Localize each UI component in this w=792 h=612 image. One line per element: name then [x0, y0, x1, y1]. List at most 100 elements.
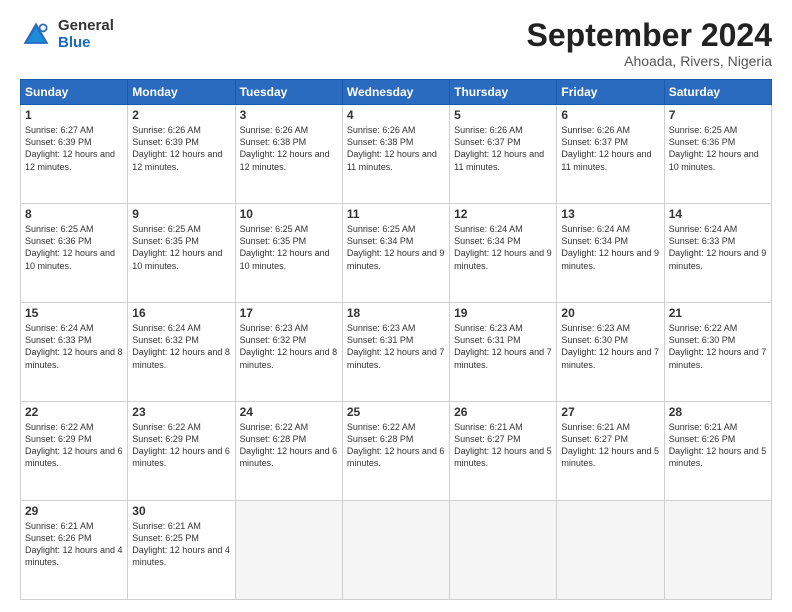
table-row: 30 Sunrise: 6:21 AM Sunset: 6:25 PM Dayli… [128, 501, 235, 600]
header: General Blue September 2024 Ahoada, Rive… [20, 18, 772, 69]
day-number: 10 [240, 207, 338, 221]
location: Ahoada, Rivers, Nigeria [527, 53, 772, 69]
day-info: Sunrise: 6:22 AM Sunset: 6:28 PM Dayligh… [347, 421, 445, 470]
month-title: September 2024 [527, 18, 772, 53]
day-number: 14 [669, 207, 767, 221]
table-row: 13Sunrise: 6:24 AM Sunset: 6:34 PM Dayli… [557, 204, 664, 303]
table-row [342, 501, 449, 600]
day-info: Sunrise: 6:26 AM Sunset: 6:37 PM Dayligh… [454, 124, 552, 173]
day-info: Sunrise: 6:24 AM Sunset: 6:34 PM Dayligh… [561, 223, 659, 272]
table-row: 24Sunrise: 6:22 AM Sunset: 6:28 PM Dayli… [235, 402, 342, 501]
day-number: 5 [454, 108, 552, 122]
table-row: 25Sunrise: 6:22 AM Sunset: 6:28 PM Dayli… [342, 402, 449, 501]
day-number: 28 [669, 405, 767, 419]
logo-icon [20, 19, 52, 51]
col-sunday: Sunday [21, 80, 128, 105]
table-row: 28Sunrise: 6:21 AM Sunset: 6:26 PM Dayli… [664, 402, 771, 501]
table-row: 17 Sunrise: 6:23 AM Sunset: 6:32 PM Dayli… [235, 303, 342, 402]
logo-general-text: General [58, 18, 114, 35]
day-number: 21 [669, 306, 767, 320]
day-number: 19 [454, 306, 552, 320]
day-info: Sunrise: 6:22 AM Sunset: 6:29 PM Dayligh… [132, 421, 230, 470]
day-info: Sunrise: 6:22 AM Sunset: 6:29 PM Dayligh… [25, 421, 123, 470]
table-row: 2 Sunrise: 6:26 AM Sunset: 6:39 PM Daylig… [128, 105, 235, 204]
day-info: Sunrise: 6:25 AM Sunset: 6:35 PM Dayligh… [240, 223, 338, 272]
calendar-week-row: 29Sunrise: 6:21 AM Sunset: 6:26 PM Dayli… [21, 501, 772, 600]
day-number: 17 [240, 306, 338, 320]
logo: General Blue [20, 18, 114, 51]
table-row: 5 Sunrise: 6:26 AM Sunset: 6:37 PM Daylig… [450, 105, 557, 204]
col-tuesday: Tuesday [235, 80, 342, 105]
table-row: 10 Sunrise: 6:25 AM Sunset: 6:35 PM Dayli… [235, 204, 342, 303]
day-number: 18 [347, 306, 445, 320]
calendar-week-row: 15 Sunrise: 6:24 AM Sunset: 6:33 PM Dayli… [21, 303, 772, 402]
day-number: 23 [132, 405, 230, 419]
calendar: Sunday Monday Tuesday Wednesday Thursday… [20, 79, 772, 600]
day-info: Sunrise: 6:24 AM Sunset: 6:33 PM Dayligh… [669, 223, 767, 272]
table-row: 26 Sunrise: 6:21 AM Sunset: 6:27 PM Dayli… [450, 402, 557, 501]
table-row: 8 Sunrise: 6:25 AM Sunset: 6:36 PM Daylig… [21, 204, 128, 303]
day-info: Sunrise: 6:26 AM Sunset: 6:39 PM Dayligh… [132, 124, 230, 173]
table-row: 3 Sunrise: 6:26 AM Sunset: 6:38 PM Daylig… [235, 105, 342, 204]
day-info: Sunrise: 6:25 AM Sunset: 6:34 PM Dayligh… [347, 223, 445, 272]
day-number: 3 [240, 108, 338, 122]
day-info: Sunrise: 6:25 AM Sunset: 6:36 PM Dayligh… [25, 223, 123, 272]
day-number: 26 [454, 405, 552, 419]
day-number: 27 [561, 405, 659, 419]
table-row: 18 Sunrise: 6:23 AM Sunset: 6:31 PM Dayli… [342, 303, 449, 402]
calendar-table: Sunday Monday Tuesday Wednesday Thursday… [20, 79, 772, 600]
table-row: 22 Sunrise: 6:22 AM Sunset: 6:29 PM Dayli… [21, 402, 128, 501]
day-info: Sunrise: 6:24 AM Sunset: 6:34 PM Dayligh… [454, 223, 552, 272]
table-row: 19Sunrise: 6:23 AM Sunset: 6:31 PM Dayli… [450, 303, 557, 402]
day-info: Sunrise: 6:25 AM Sunset: 6:35 PM Dayligh… [132, 223, 230, 272]
calendar-week-row: 8 Sunrise: 6:25 AM Sunset: 6:36 PM Daylig… [21, 204, 772, 303]
table-row: 29Sunrise: 6:21 AM Sunset: 6:26 PM Dayli… [21, 501, 128, 600]
day-info: Sunrise: 6:21 AM Sunset: 6:27 PM Dayligh… [454, 421, 552, 470]
table-row [235, 501, 342, 600]
day-number: 22 [25, 405, 123, 419]
table-row: 20 Sunrise: 6:23 AM Sunset: 6:30 PM Dayli… [557, 303, 664, 402]
day-info: Sunrise: 6:23 AM Sunset: 6:32 PM Dayligh… [240, 322, 338, 371]
table-row: 1Sunrise: 6:27 AM Sunset: 6:39 PM Daylig… [21, 105, 128, 204]
page: General Blue September 2024 Ahoada, Rive… [0, 0, 792, 612]
day-info: Sunrise: 6:21 AM Sunset: 6:25 PM Dayligh… [132, 520, 230, 569]
day-info: Sunrise: 6:26 AM Sunset: 6:37 PM Dayligh… [561, 124, 659, 173]
col-monday: Monday [128, 80, 235, 105]
table-row [664, 501, 771, 600]
table-row [450, 501, 557, 600]
day-number: 20 [561, 306, 659, 320]
day-number: 30 [132, 504, 230, 518]
col-wednesday: Wednesday [342, 80, 449, 105]
day-number: 4 [347, 108, 445, 122]
col-friday: Friday [557, 80, 664, 105]
day-info: Sunrise: 6:23 AM Sunset: 6:31 PM Dayligh… [347, 322, 445, 371]
day-info: Sunrise: 6:25 AM Sunset: 6:36 PM Dayligh… [669, 124, 767, 173]
table-row: 7Sunrise: 6:25 AM Sunset: 6:36 PM Daylig… [664, 105, 771, 204]
day-info: Sunrise: 6:26 AM Sunset: 6:38 PM Dayligh… [240, 124, 338, 173]
day-number: 2 [132, 108, 230, 122]
table-row: 11Sunrise: 6:25 AM Sunset: 6:34 PM Dayli… [342, 204, 449, 303]
day-number: 8 [25, 207, 123, 221]
day-info: Sunrise: 6:23 AM Sunset: 6:30 PM Dayligh… [561, 322, 659, 371]
table-row: 23 Sunrise: 6:22 AM Sunset: 6:29 PM Dayli… [128, 402, 235, 501]
day-info: Sunrise: 6:24 AM Sunset: 6:32 PM Dayligh… [132, 322, 230, 371]
day-number: 29 [25, 504, 123, 518]
day-info: Sunrise: 6:21 AM Sunset: 6:27 PM Dayligh… [561, 421, 659, 470]
calendar-week-row: 22 Sunrise: 6:22 AM Sunset: 6:29 PM Dayli… [21, 402, 772, 501]
day-number: 1 [25, 108, 123, 122]
table-row: 16 Sunrise: 6:24 AM Sunset: 6:32 PM Dayli… [128, 303, 235, 402]
day-number: 15 [25, 306, 123, 320]
day-info: Sunrise: 6:24 AM Sunset: 6:33 PM Dayligh… [25, 322, 123, 371]
day-number: 16 [132, 306, 230, 320]
table-row: 4 Sunrise: 6:26 AM Sunset: 6:38 PM Daylig… [342, 105, 449, 204]
table-row: 15 Sunrise: 6:24 AM Sunset: 6:33 PM Dayli… [21, 303, 128, 402]
day-number: 6 [561, 108, 659, 122]
logo-blue-text: Blue [58, 35, 114, 52]
title-section: September 2024 Ahoada, Rivers, Nigeria [527, 18, 772, 69]
table-row: 6 Sunrise: 6:26 AM Sunset: 6:37 PM Daylig… [557, 105, 664, 204]
logo-text: General Blue [58, 18, 114, 51]
day-info: Sunrise: 6:26 AM Sunset: 6:38 PM Dayligh… [347, 124, 445, 173]
table-row: 21Sunrise: 6:22 AM Sunset: 6:30 PM Dayli… [664, 303, 771, 402]
table-row [557, 501, 664, 600]
col-thursday: Thursday [450, 80, 557, 105]
